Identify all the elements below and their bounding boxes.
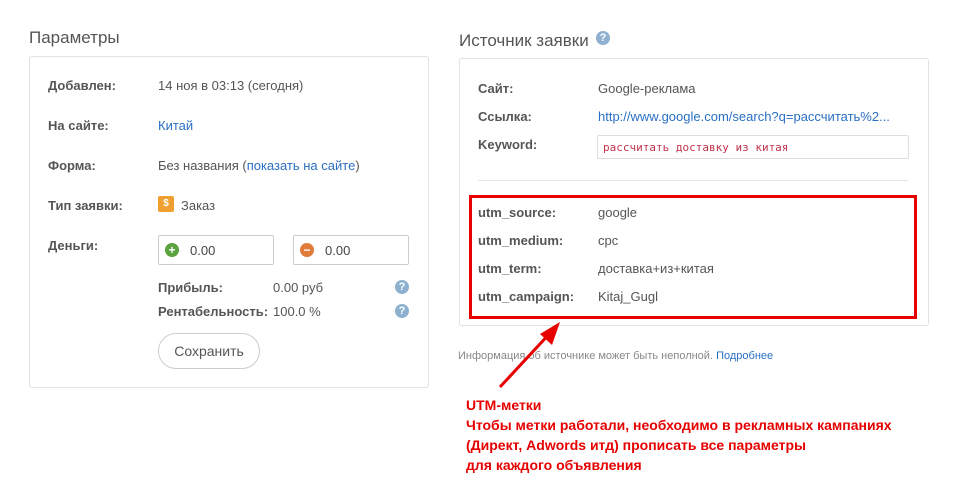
minus-circle-icon: − [300,243,314,257]
save-button[interactable]: Сохранить [158,333,260,369]
source-link[interactable]: http://www.google.com/search?q=рассчитат… [598,109,890,124]
added-label: Добавлен: [48,78,116,93]
type-value: Заказ [181,198,216,213]
question-circle-icon[interactable]: ? [395,280,409,294]
expense-value: 0.00 [325,243,351,258]
source-site-label: Сайт: [478,81,514,96]
form-value: Без названия (показать на сайте) [158,158,360,173]
arrow-icon [498,322,560,389]
income-input[interactable]: + 0.00 [158,235,274,265]
source-site-value: Google-реклама [598,81,696,96]
source-title: Источник заявки [459,31,589,50]
more-link[interactable]: Подробнее [716,350,773,362]
question-circle-icon[interactable]: ? [395,304,409,318]
utm-highlight-frame [469,195,917,319]
keyword-label: Keyword: [478,137,538,152]
site-link[interactable]: Китай [158,118,193,133]
question-circle-icon[interactable]: ? [596,31,610,45]
form-name: Без названия ( [158,158,247,173]
source-link-label: Ссылка: [478,109,532,124]
form-label: Форма: [48,158,96,173]
profitability-label: Рентабельность: [158,304,269,319]
annotation-line-2: (Директ, Adwords итд) прописать все пара… [466,437,807,453]
money-label: Деньги: [48,238,99,253]
form-paren: ) [355,158,360,173]
type-label: Тип заявки: [48,198,123,213]
annotation-line-1: Чтобы метки работали, необходимо в рекла… [466,417,892,433]
annotation-line-3: для каждого объявления [466,457,642,473]
order-icon: $ [158,196,174,212]
params-title: Параметры [29,28,120,47]
keyword-value: рассчитать доставку из китая [603,141,789,154]
profit-label: Прибыль: [158,280,223,295]
divider [478,180,908,181]
income-value: 0.00 [190,243,216,258]
annotation-title: UTM-метки [466,397,542,413]
show-on-site-link[interactable]: показать на сайте [247,158,356,173]
site-label: На сайте: [48,118,109,133]
profit-value: 0.00 руб [273,280,324,295]
added-value: 14 ноя в 03:13 (сегодня) [158,78,304,93]
plus-circle-icon: + [165,243,179,257]
profitability-value: 100.0 % [273,304,321,319]
annotation: UTM-метки Чтобы метки работали, необходи… [466,395,892,475]
keyword-field: рассчитать доставку из китая [597,135,909,159]
expense-input[interactable]: − 0.00 [293,235,409,265]
